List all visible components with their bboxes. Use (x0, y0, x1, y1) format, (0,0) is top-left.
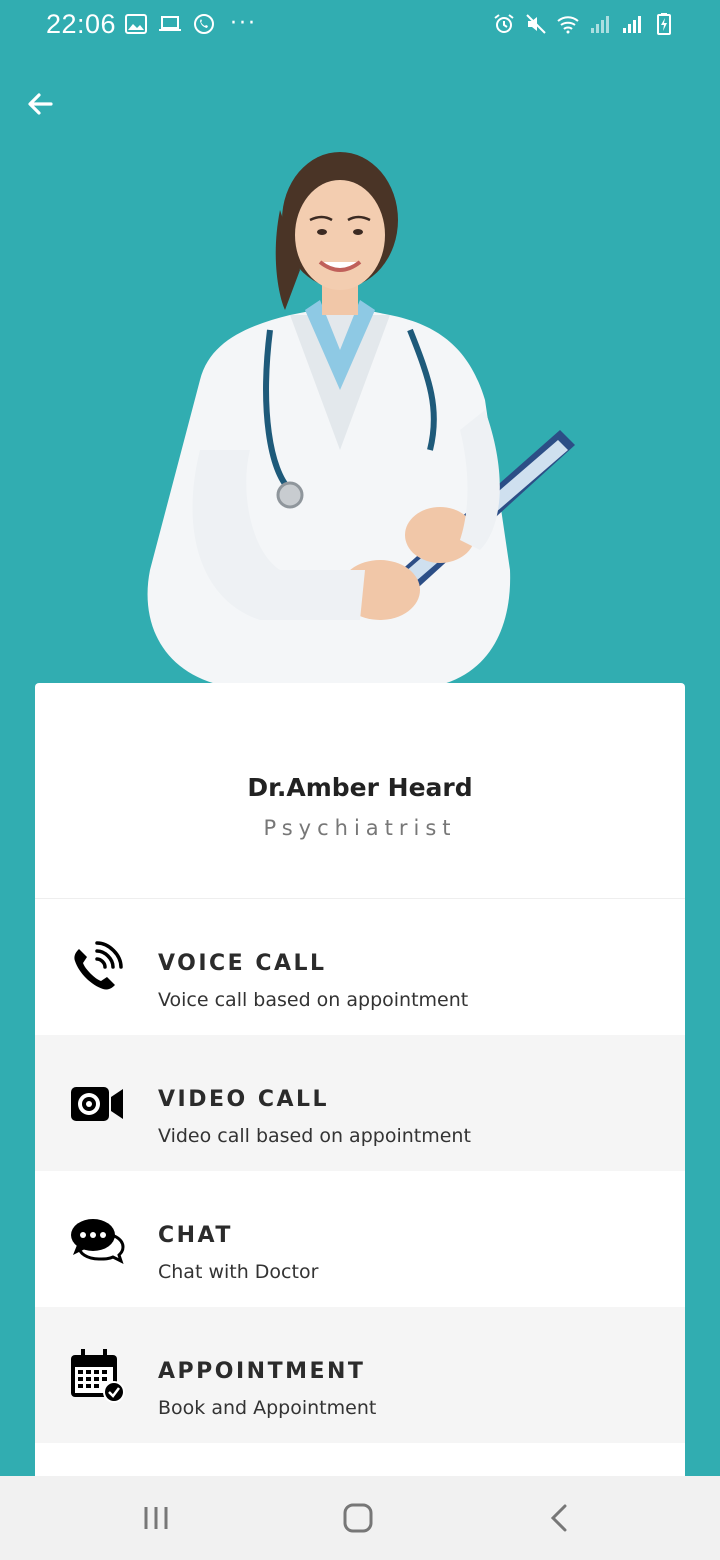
option-subtitle: Book and Appointment (158, 1397, 377, 1419)
battery-charging-icon (657, 13, 671, 35)
wifi-icon (557, 16, 579, 34)
voice-call-option[interactable]: VOICE CALL Voice call based on appointme… (35, 899, 685, 1035)
video-call-option[interactable]: VIDEO CALL Video call based on appointme… (35, 1035, 685, 1171)
nav-back-button[interactable] (530, 1496, 590, 1540)
video-camera-icon (71, 1087, 123, 1121)
option-subtitle: Video call based on appointment (158, 1125, 471, 1147)
whatsapp-icon (194, 14, 214, 34)
chat-bubbles-icon (71, 1219, 125, 1264)
option-title: VIDEO CALL (158, 1087, 330, 1112)
status-bar: 22:06 ··· (0, 0, 720, 52)
calendar-check-icon (71, 1349, 125, 1403)
doctor-profile: Dr.Amber Heard Psychiatrist (35, 683, 685, 899)
option-subtitle: Voice call based on appointment (158, 989, 469, 1011)
option-subtitle: Chat with Doctor (158, 1261, 319, 1283)
option-title: CHAT (158, 1223, 233, 1248)
doctor-card: Dr.Amber Heard Psychiatrist VOICE CALL V… (35, 683, 685, 1483)
image-icon (125, 14, 147, 34)
doctor-specialty: Psychiatrist (263, 816, 457, 840)
chat-option[interactable]: CHAT Chat with Doctor (35, 1171, 685, 1307)
system-nav-bar (0, 1476, 720, 1560)
laptop-icon (159, 16, 181, 31)
doctor-photo (147, 152, 575, 685)
appointment-option[interactable]: APPOINTMENT Book and Appointment (35, 1307, 685, 1443)
more-dots-icon: ··· (230, 11, 257, 36)
phone-call-icon (74, 941, 123, 990)
back-button[interactable] (18, 82, 62, 126)
option-title: APPOINTMENT (158, 1359, 366, 1384)
doctor-name: Dr.Amber Heard (247, 773, 473, 802)
status-time: 22:06 (46, 9, 117, 39)
recent-apps-icon (144, 1507, 168, 1529)
alarm-icon (494, 14, 514, 33)
signal-icon (623, 16, 641, 33)
home-button[interactable] (328, 1496, 388, 1540)
back-icon (550, 1504, 567, 1532)
home-icon (343, 1503, 373, 1533)
arrow-left-icon (28, 93, 53, 115)
option-title: VOICE CALL (158, 951, 327, 976)
mute-icon (526, 14, 546, 34)
recent-apps-button[interactable] (126, 1496, 186, 1540)
signal-icon (591, 16, 609, 33)
